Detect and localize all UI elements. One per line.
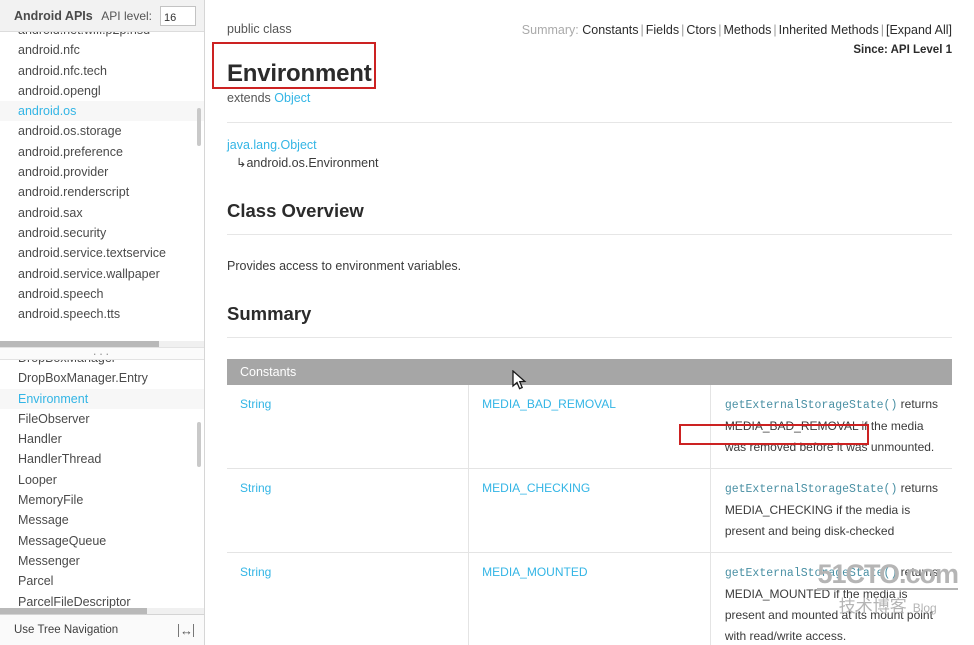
class-list-hscrollbar[interactable] — [0, 608, 204, 614]
summary-links: Summary: Constants | Fields | Ctors | Methods |… — [522, 22, 952, 56]
method-link[interactable]: getExternalStorageState() — [725, 567, 898, 580]
package-list-item[interactable]: android.service.wallpaper — [0, 264, 204, 284]
class-list-item[interactable]: HandlerThread — [0, 449, 204, 469]
api-level-label: API level: — [101, 8, 152, 23]
package-list-item[interactable]: android.nfc.tech — [0, 61, 204, 81]
tree-navigation-label: Use Tree Navigation — [14, 624, 119, 636]
class-list-item[interactable]: Looper — [0, 470, 204, 490]
sidebar-splitter[interactable]: ··· — [0, 347, 204, 360]
constant-name-link[interactable]: MEDIA_CHECKING — [468, 468, 711, 553]
inheritance-child-row: ↳android.os.Environment — [227, 155, 952, 170]
since-api-level: Since: API Level 1 — [853, 44, 952, 56]
constant-type: String — [227, 468, 470, 553]
constants-table: Constants String MEDIA_BAD_REMOVAL getExte… — [227, 359, 952, 645]
summary-link[interactable]: Fields — [646, 23, 679, 37]
package-list-item[interactable]: android.sax — [0, 203, 204, 223]
class-list-scrollbar-thumb[interactable] — [197, 422, 201, 467]
header-divider — [227, 122, 952, 123]
summary-link-separator: | — [773, 23, 777, 37]
summary-link[interactable]: Inherited Methods — [779, 23, 879, 37]
method-link[interactable]: getExternalStorageState() — [725, 399, 898, 412]
constant-name-link[interactable]: MEDIA_MOUNTED — [468, 552, 711, 645]
package-list-item[interactable]: android.os.storage — [0, 121, 204, 141]
sidebar: Android APIs API level: 16 android.net.w… — [0, 0, 205, 645]
sidebar-title: Android APIs — [14, 8, 93, 23]
summary-link[interactable]: Ctors — [686, 23, 716, 37]
class-list-item[interactable]: Message — [0, 510, 204, 530]
table-row: String MEDIA_CHECKING getExternalStorageSt… — [227, 468, 952, 553]
class-list-item[interactable]: Parcel — [0, 571, 204, 591]
summary-heading: Summary — [227, 303, 312, 324]
mouse-cursor — [512, 369, 528, 397]
class-list-item[interactable]: Messenger — [0, 551, 204, 571]
resize-handle-icon[interactable]: ↔ — [178, 623, 194, 637]
constant-type: String — [227, 385, 470, 469]
main-content: public class Summary: Constants | Fields | C… — [205, 0, 974, 645]
constant-description: getExternalStorageState() returns MEDIA_… — [710, 385, 952, 469]
summary-link-separator: | — [718, 23, 722, 37]
api-level-input[interactable]: 16 — [160, 5, 196, 26]
class-overview-heading: Class Overview — [227, 200, 364, 221]
extends-object-link[interactable]: Object — [274, 91, 310, 105]
package-list-item[interactable]: android.opengl — [0, 81, 204, 101]
package-list-item[interactable]: android.nfc — [0, 40, 204, 60]
class-list-item[interactable]: Environment — [0, 388, 204, 409]
table-row: String MEDIA_BAD_REMOVAL getExternalStorag… — [227, 385, 952, 469]
android-docs-window: Android APIs API level: 16 android.net.w… — [0, 0, 974, 645]
class-list-item[interactable]: DropBoxManager — [0, 360, 204, 368]
summary-link-separator: | — [640, 23, 644, 37]
package-list-scrollbar-thumb[interactable] — [197, 108, 201, 146]
constant-description: getExternalStorageState() returns MEDIA_… — [710, 552, 952, 645]
page-title: Environment — [227, 60, 372, 87]
class-list-item[interactable]: MessageQueue — [0, 531, 204, 551]
method-link[interactable]: getExternalStorageState() — [725, 483, 898, 496]
tree-navigation-bar[interactable]: Use Tree Navigation ↔ — [0, 614, 204, 645]
inheritance-tree: java.lang.Object ↳android.os.Environment — [227, 138, 952, 170]
constants-header-label: Constants — [227, 359, 952, 385]
extends-line: extends Object — [227, 91, 952, 105]
class-list-item[interactable]: MemoryFile — [0, 490, 204, 510]
summary-link[interactable]: Constants — [582, 23, 638, 37]
class-kicker: public class — [227, 22, 292, 36]
class-list-pane[interactable]: DropBoxManagerDropBoxManager.EntryEnviro… — [0, 360, 204, 614]
constant-type: String — [227, 552, 470, 645]
class-list: DropBoxManagerDropBoxManager.EntryEnviro… — [0, 360, 204, 612]
extends-label: extends — [227, 91, 271, 105]
inheritance-root[interactable]: java.lang.Object — [227, 138, 952, 152]
package-list-item[interactable]: android.security — [0, 223, 204, 243]
package-list-item[interactable]: android.service.textservice — [0, 243, 204, 263]
summary-link-separator: | — [681, 23, 685, 37]
summary-divider — [227, 337, 952, 338]
class-overview-text: Provides access to environment variables… — [227, 259, 462, 273]
constant-name-link[interactable]: MEDIA_BAD_REMOVAL — [468, 385, 711, 469]
class-list-item[interactable]: FileObserver — [0, 409, 204, 429]
package-list: android.net.wifi.p2p.nsdandroid.nfcandro… — [0, 32, 204, 324]
tree-arrow-icon: ↳ — [236, 156, 247, 170]
package-list-item[interactable]: android.speech — [0, 284, 204, 304]
package-list-item[interactable]: android.net.wifi.p2p.nsd — [0, 32, 204, 40]
summary-link[interactable]: Methods — [723, 23, 771, 37]
summary-links-label: Summary: — [521, 23, 579, 37]
splitter-grip-icon: ··· — [92, 345, 112, 361]
constant-description: getExternalStorageState() returns MEDIA_… — [710, 468, 952, 553]
constants-table-header: Constants — [227, 359, 952, 385]
summary-link-separator: | — [880, 23, 884, 37]
package-list-item[interactable]: android.provider — [0, 162, 204, 182]
package-list-item[interactable]: android.speech.tts — [0, 304, 204, 324]
summary-link[interactable]: [Expand All] — [886, 23, 952, 37]
class-list-item[interactable]: DropBoxManager.Entry — [0, 368, 204, 388]
sidebar-header: Android APIs API level: 16 — [0, 0, 204, 32]
package-list-item[interactable]: android.os — [0, 101, 204, 122]
class-list-item[interactable]: Handler — [0, 429, 204, 449]
package-list-pane[interactable]: android.net.wifi.p2p.nsdandroid.nfcandro… — [0, 32, 204, 347]
inheritance-child: android.os.Environment — [246, 156, 379, 170]
content-top-row: public class Summary: Constants | Fields | C… — [227, 0, 952, 56]
class-overview-divider — [227, 234, 952, 235]
package-list-item[interactable]: android.renderscript — [0, 182, 204, 202]
table-row: String MEDIA_MOUNTED getExternalStorageSta… — [227, 552, 952, 645]
package-list-item[interactable]: android.preference — [0, 142, 204, 162]
